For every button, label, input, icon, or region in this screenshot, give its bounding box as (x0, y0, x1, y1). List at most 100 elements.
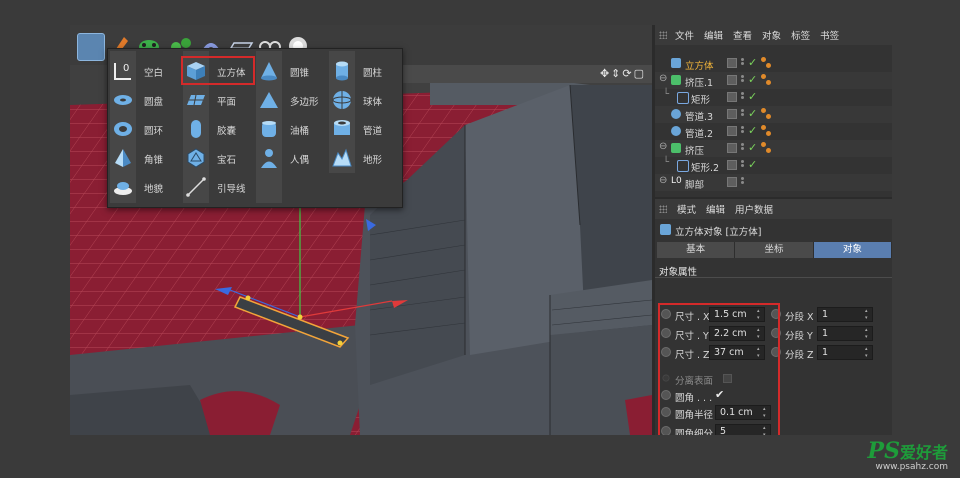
am-menu-edit[interactable]: 编辑 (706, 202, 725, 216)
enabled-check-icon[interactable]: ✓ (748, 73, 757, 86)
menu-item-label: 圆盘 (144, 97, 164, 108)
enabled-check-icon[interactable]: ✓ (748, 56, 757, 69)
menu-item-polygon[interactable]: 多边形 (254, 86, 326, 114)
menu-item-pyramid[interactable]: 角锥 (108, 144, 180, 172)
viewport-navigation-icons[interactable]: ✥⇕⟳▢ (600, 67, 646, 80)
menu-item-tube[interactable]: 管道 (327, 115, 399, 143)
object-name: 管道.3 (685, 112, 714, 123)
menu-item-cylinder[interactable]: 圆柱 (327, 57, 399, 85)
pyramid-icon (115, 149, 131, 167)
object-row-feet[interactable]: ⊖ L0 脚部 (655, 174, 892, 191)
object-name: 挤压.1 (685, 78, 714, 89)
om-menu-file[interactable]: 文件 (675, 28, 694, 42)
menu-item-label: 平面 (217, 97, 237, 108)
sphere-icon (332, 91, 352, 109)
seg-y-input[interactable]: 1 (817, 326, 873, 341)
attribute-menubar: 模式 编辑 用户数据 (655, 199, 892, 219)
menu-item-relief[interactable]: 地貌 (108, 173, 180, 201)
visibility-dots[interactable] (741, 159, 745, 171)
attribute-tabs: 基本 坐标 对象 (657, 242, 892, 258)
panel-grip-icon[interactable] (659, 205, 667, 213)
object-row-tube-3[interactable]: 管道.3 ✓ (655, 106, 892, 123)
layer-flag[interactable] (727, 109, 737, 119)
phong-tag-icon[interactable] (761, 125, 773, 137)
object-row-extrude-1[interactable]: ⊖ 挤压.1 ✓ (655, 72, 892, 89)
disc-icon (114, 95, 132, 105)
menu-item-sphere[interactable]: 球体 (327, 86, 399, 114)
landscape-icon (332, 148, 352, 167)
cube-tool-button[interactable] (77, 33, 105, 61)
watermark-brand: PS (867, 438, 900, 464)
menu-item-figure[interactable]: 人偶 (254, 144, 326, 172)
polygon-icon (260, 92, 278, 108)
phong-tag-icon[interactable] (761, 108, 773, 120)
menu-item-null[interactable]: 0 空白 (108, 57, 180, 85)
object-row-cube[interactable]: 立方体 ✓ (655, 55, 892, 72)
tab-object[interactable]: 对象 (813, 242, 892, 258)
object-row-rectangle-2[interactable]: └ 矩形.2 ✓ (655, 157, 892, 174)
tube-icon (671, 109, 681, 119)
attribute-title: 立方体对象 [立方体] (675, 227, 762, 238)
menu-item-plane[interactable]: 平面 (181, 86, 253, 114)
phong-tag-icon[interactable] (761, 74, 773, 86)
object-name: 挤压 (685, 146, 705, 157)
collapse-icon[interactable]: ⊖ (659, 73, 667, 84)
menu-item-disc[interactable]: 圆盘 (108, 86, 180, 114)
svg-text:0: 0 (123, 63, 129, 74)
menu-item-cone[interactable]: 圆锥 (254, 57, 326, 85)
3d-viewport[interactable]: ✥⇕⟳▢ 0 空白 立方体 圆锥 圆柱 圆盘 平面 多边形 球体 圆环 胶囊 油… (70, 25, 652, 435)
object-name: 脚部 (685, 180, 705, 191)
phong-tag-icon[interactable] (761, 142, 773, 154)
object-row-tube-2[interactable]: 管道.2 ✓ (655, 123, 892, 140)
om-menu-bookmarks[interactable]: 书签 (820, 28, 839, 42)
enabled-check-icon[interactable]: ✓ (748, 141, 757, 154)
enabled-check-icon[interactable]: ✓ (748, 107, 757, 120)
layer-flag[interactable] (727, 92, 737, 102)
visibility-dots[interactable] (741, 91, 745, 103)
am-menu-mode[interactable]: 模式 (677, 202, 696, 216)
phong-tag-icon[interactable] (761, 57, 773, 69)
layer-flag[interactable] (727, 75, 737, 85)
menu-item-platonic[interactable]: 宝石 (181, 144, 253, 172)
watermark-url: www.psahz.com (875, 462, 948, 472)
object-name: 立方体 (685, 61, 714, 72)
seg-x-input[interactable]: 1 (817, 307, 873, 322)
collapse-icon[interactable]: ⊖ (659, 141, 667, 152)
enabled-check-icon[interactable]: ✓ (748, 158, 757, 171)
cone-icon (261, 62, 277, 81)
enabled-check-icon[interactable]: ✓ (748, 124, 757, 137)
collapse-icon[interactable]: ⊖ (659, 175, 667, 186)
visibility-dots[interactable] (741, 176, 745, 188)
layer-flag[interactable] (727, 177, 737, 187)
object-row-extrude[interactable]: ⊖ 挤压 ✓ (655, 140, 892, 157)
menu-item-landscape[interactable]: 地形 (327, 144, 399, 172)
menu-item-label: 人偶 (290, 155, 310, 166)
menu-item-oil-tank[interactable]: 油桶 (254, 115, 326, 143)
menu-item-capsule[interactable]: 胶囊 (181, 115, 253, 143)
am-menu-user-data[interactable]: 用户数据 (735, 202, 773, 216)
enabled-check-icon[interactable]: ✓ (748, 90, 757, 103)
layer-flag[interactable] (727, 58, 737, 68)
menu-item-torus[interactable]: 圆环 (108, 115, 180, 143)
visibility-dots[interactable] (741, 125, 745, 137)
visibility-dots[interactable] (741, 108, 745, 120)
seg-z-input[interactable]: 1 (817, 345, 873, 360)
tab-basic[interactable]: 基本 (657, 242, 736, 258)
layer-flag[interactable] (727, 143, 737, 153)
seg-x-label: 分段 X (785, 312, 814, 323)
tab-coordinates[interactable]: 坐标 (735, 242, 814, 258)
om-menu-objects[interactable]: 对象 (762, 28, 781, 42)
om-menu-view[interactable]: 查看 (733, 28, 752, 42)
visibility-dots[interactable] (741, 142, 745, 154)
viewport-header: ✥⇕⟳▢ (403, 65, 652, 83)
object-row-rectangle[interactable]: └ 矩形 ✓ (655, 89, 892, 106)
visibility-dots[interactable] (741, 74, 745, 86)
menu-item-label: 油桶 (290, 126, 310, 137)
menu-item-guide[interactable]: 引导线 (181, 173, 253, 201)
layer-flag[interactable] (727, 126, 737, 136)
visibility-dots[interactable] (741, 57, 745, 69)
layer-flag[interactable] (727, 160, 737, 170)
panel-grip-icon[interactable] (659, 31, 667, 39)
om-menu-edit[interactable]: 编辑 (704, 28, 723, 42)
om-menu-tags[interactable]: 标签 (791, 28, 810, 42)
